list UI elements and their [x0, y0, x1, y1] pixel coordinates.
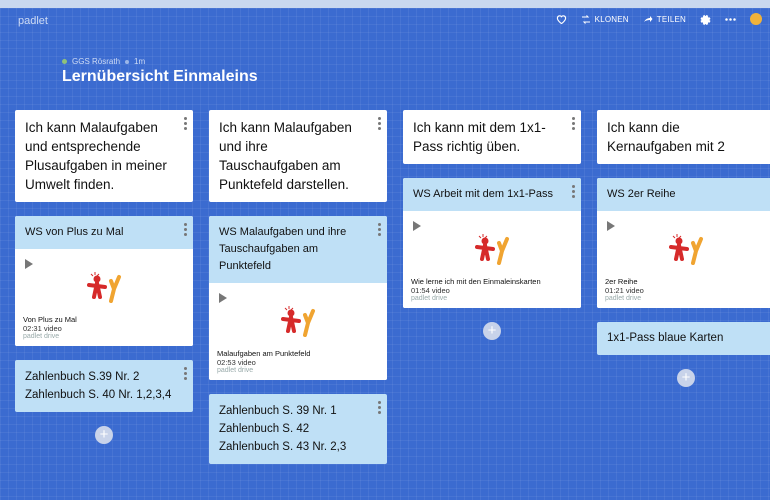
column-title: Ich kann mit dem 1x1-Pass richtig üben.: [413, 120, 546, 154]
author-name: GGS Rösrath: [72, 57, 121, 66]
header: padlet KLONEN TEILEN: [0, 8, 770, 44]
kebab-menu-icon[interactable]: [378, 401, 381, 416]
share-label: TEILEN: [656, 14, 686, 24]
avatar[interactable]: [750, 13, 762, 25]
kebab-menu-icon[interactable]: [184, 223, 187, 238]
video-duration: 01:54 video: [411, 286, 450, 295]
post-card[interactable]: WS Arbeit mit dem 1x1-Pass Wie lerne ich…: [403, 178, 581, 308]
column-4: Ich kann die Kernaufgaben mit 2 WS 2er R…: [597, 110, 770, 387]
post-card[interactable]: 1x1-Pass blaue Karten: [597, 322, 770, 355]
separator-dot-icon: [125, 59, 130, 64]
play-icon[interactable]: [25, 259, 33, 269]
like-button[interactable]: [556, 14, 567, 24]
brand-logo[interactable]: padlet: [18, 15, 48, 27]
children-logo-icon: [475, 234, 509, 265]
play-icon[interactable]: [413, 221, 421, 231]
video-source: padlet drive: [23, 333, 60, 340]
children-logo-icon: [669, 234, 703, 265]
kebab-menu-icon[interactable]: [572, 117, 575, 132]
video-title: 2er Reihe: [605, 277, 638, 286]
children-logo-icon: [87, 272, 121, 303]
settings-button[interactable]: [700, 14, 711, 25]
video-attachment[interactable]: Von Plus zu Mal 02:31 video padlet drive: [15, 249, 193, 346]
post-title: WS von Plus zu Mal: [15, 216, 193, 249]
kebab-menu-icon[interactable]: [184, 117, 187, 132]
post-card[interactable]: Zahlenbuch S.39 Nr. 2 Zahlenbuch S. 40 N…: [15, 360, 193, 412]
share-arrow-icon: [643, 16, 653, 22]
post-card[interactable]: WS von Plus zu Mal Von Plus zu Mal 02:31…: [15, 216, 193, 346]
more-button[interactable]: [725, 17, 736, 21]
column-title: Ich kann Malaufgaben und ihre Tauschaufg…: [219, 120, 352, 192]
ellipsis-icon: [725, 17, 736, 21]
post-card[interactable]: Zahlenbuch S. 39 Nr. 1 Zahlenbuch S. 42 …: [209, 394, 387, 464]
post-title: WS Malaufgaben und ihre Tauschaufgaben a…: [209, 216, 387, 283]
video-title: Von Plus zu Mal: [23, 315, 77, 324]
video-title: Wie lerne ich mit den Einmaleinskarten: [411, 277, 541, 286]
add-post-button[interactable]: +: [677, 369, 695, 387]
column-header: Ich kann die Kernaufgaben mit 2: [597, 110, 770, 164]
column-header: Ich kann Malaufgaben und ihre Tauschaufg…: [209, 110, 387, 202]
clone-button[interactable]: KLONEN: [581, 15, 629, 24]
board-meta: GGS Rösrath 1m: [62, 57, 145, 66]
column-2: Ich kann Malaufgaben und ihre Tauschaufg…: [209, 110, 387, 478]
kebab-menu-icon[interactable]: [572, 185, 575, 200]
column-title: Ich kann Malaufgaben und entsprechende P…: [25, 120, 167, 192]
remix-icon: [581, 14, 590, 24]
kebab-menu-icon[interactable]: [378, 223, 381, 238]
play-icon[interactable]: [219, 293, 227, 303]
clone-label: KLONEN: [594, 14, 629, 24]
video-duration: 02:31 video: [23, 324, 62, 333]
kebab-menu-icon[interactable]: [184, 367, 187, 382]
post-time: 1m: [134, 57, 146, 66]
video-attachment[interactable]: Malaufgaben am Punktefeld 02:53 video pa…: [209, 283, 387, 380]
post-title: Zahlenbuch S. 39 Nr. 1 Zahlenbuch S. 42 …: [219, 405, 347, 453]
video-source: padlet drive: [411, 295, 448, 302]
column-1: Ich kann Malaufgaben und entsprechende P…: [15, 110, 193, 444]
post-title: 1x1-Pass blaue Karten: [607, 332, 724, 344]
add-post-button[interactable]: +: [95, 426, 113, 444]
video-duration: 01:21 video: [605, 286, 644, 295]
video-source: padlet drive: [217, 367, 254, 374]
column-title: Ich kann die Kernaufgaben mit 2: [607, 120, 725, 154]
video-duration: 02:53 video: [217, 358, 256, 367]
post-title: WS Arbeit mit dem 1x1-Pass: [403, 178, 581, 211]
kebab-menu-icon[interactable]: [378, 117, 381, 132]
heart-icon: [556, 15, 566, 24]
gear-icon: [700, 14, 711, 25]
video-attachment[interactable]: Wie lerne ich mit den Einmaleinskarten 0…: [403, 211, 581, 308]
share-button[interactable]: TEILEN: [643, 15, 686, 24]
author-avatar-icon: [62, 59, 67, 64]
top-strip: [0, 0, 770, 8]
video-attachment[interactable]: 2er Reihe 01:21 video padlet drive: [597, 211, 770, 308]
post-title: Zahlenbuch S.39 Nr. 2 Zahlenbuch S. 40 N…: [25, 371, 172, 401]
video-source: padlet drive: [605, 295, 642, 302]
video-title: Malaufgaben am Punktefeld: [217, 349, 311, 358]
add-post-button[interactable]: +: [483, 322, 501, 340]
post-card[interactable]: WS 2er Reihe 2er Reihe 01:21 video padle…: [597, 178, 770, 308]
page-title: Lernübersicht Einmaleins: [62, 68, 258, 85]
play-icon[interactable]: [607, 221, 615, 231]
header-actions: KLONEN TEILEN: [556, 13, 762, 25]
column-header: Ich kann mit dem 1x1-Pass richtig üben.: [403, 110, 581, 164]
post-card[interactable]: WS Malaufgaben und ihre Tauschaufgaben a…: [209, 216, 387, 380]
children-logo-icon: [281, 306, 315, 337]
column-header: Ich kann Malaufgaben und entsprechende P…: [15, 110, 193, 202]
column-3: Ich kann mit dem 1x1-Pass richtig üben. …: [403, 110, 581, 340]
post-title: WS 2er Reihe: [597, 178, 770, 211]
